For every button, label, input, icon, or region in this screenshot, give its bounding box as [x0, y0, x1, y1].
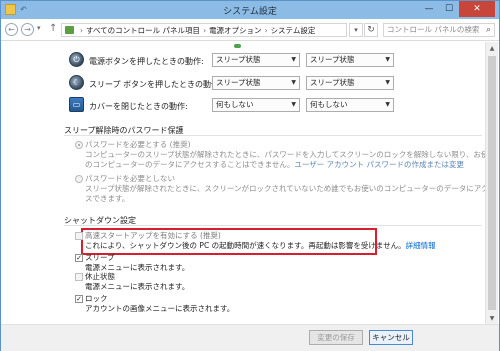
fast-startup-label: 高速スタートアップを有効にする (推奨) [85, 231, 221, 240]
more-info-link[interactable]: 詳細情報 [406, 241, 436, 250]
lid-close-label: カバーを閉じたときの動作: [89, 101, 188, 111]
power-button-plugged-select[interactable]: スリープ状態 ▼ [306, 53, 394, 67]
select-value: スリープ状態 [310, 78, 355, 87]
chevron-down-icon: ▼ [385, 56, 390, 63]
sleep-option[interactable]: ✓ スリープ 電源メニューに表示されます。 [75, 253, 405, 273]
system-settings-window: ↶ システム設定 — ☐ ✕ ← → ▾ ↑ › すべてのコントロール パネル項… [0, 0, 500, 351]
fast-startup-checkbox[interactable] [75, 232, 83, 240]
sleep-button-plugged-select[interactable]: スリープ状態 ▼ [306, 76, 394, 90]
settings-content: ⏻ 電源ボタンを押したときの動作: スリープ状態 ▼ スリープ状態 ▼ ☾ スリープ… [1, 42, 485, 324]
refresh-icon[interactable]: ↻ [364, 23, 378, 37]
section-divider [64, 135, 482, 136]
breadcrumb-item-system-settings[interactable]: システム設定 [271, 25, 316, 36]
create-password-link[interactable]: ユーザー アカウント パスワードの作成または変更 [294, 160, 464, 169]
address-bar: ← → ▾ ↑ › すべてのコントロール パネル項目 › 電源オプション › シ… [1, 19, 499, 41]
require-password-label: パスワードを必要とする (推奨) [85, 140, 191, 149]
chevron-down-icon: ▼ [291, 79, 296, 86]
breadcrumb-separator: › [264, 25, 268, 35]
close-icon[interactable]: ✕ [459, 1, 495, 17]
title-bar: ↶ システム設定 — ☐ ✕ [1, 1, 499, 19]
scroll-thumb[interactable] [488, 56, 496, 310]
section-divider [64, 225, 482, 226]
power-button-label: 電源ボタンを押したときの動作: [89, 56, 204, 66]
no-password-desc: スリープ状態が解除されたときに、スクリーンがロックされていないため誰でもお使いの… [85, 184, 485, 193]
forward-arrow-icon[interactable]: → [21, 23, 34, 36]
search-icon[interactable]: ⌕ [486, 24, 491, 36]
power-button-battery-select[interactable]: スリープ状態 ▼ [212, 53, 300, 67]
sleep-label: スリープ [85, 253, 115, 262]
power-button-icon: ⏻ [69, 52, 84, 67]
footer-bar: 変更の保存 キャンセル [1, 324, 499, 351]
back-arrow-icon[interactable]: ← [5, 23, 18, 36]
sleep-button-icon: ☾ [69, 75, 84, 90]
chevron-down-icon: ▼ [291, 101, 296, 108]
fast-startup-desc: これにより、シャットダウン後の PC の起動時間が速くなります。再起動は影響を受… [85, 241, 406, 250]
up-arrow-icon[interactable]: ↑ [49, 23, 57, 34]
lid-close-plugged-select[interactable]: 何もしない ▼ [306, 98, 394, 112]
sleep-checkbox[interactable]: ✓ [75, 254, 83, 262]
minimize-icon[interactable]: — [419, 1, 439, 17]
fast-startup-desc-line: これにより、シャットダウン後の PC の起動時間が速くなります。再起動は影響を受… [85, 241, 436, 251]
address-dropdown-icon[interactable]: ▾ [349, 23, 363, 37]
select-value: 何もしない [216, 100, 254, 109]
sleep-button-label: スリープ ボタンを押したときの動作: [89, 79, 222, 89]
breadcrumb-item-power-options[interactable]: 電源オプション [209, 25, 262, 36]
breadcrumb[interactable]: › すべてのコントロール パネル項目 › 電源オプション › システム設定 [61, 23, 347, 37]
require-password-desc-line: のコンピューターのデータにアクセスすることはできません。ユーザー アカウント パ… [85, 160, 464, 170]
maximize-icon[interactable]: ☐ [439, 1, 459, 17]
lock-label: ロック [85, 294, 108, 303]
scroll-down-icon[interactable]: ▼ [486, 312, 498, 324]
hibernate-option[interactable]: 休止状態 電源メニューに表示されます。 [75, 272, 405, 292]
chevron-down-icon: ▼ [291, 56, 296, 63]
require-password-radio[interactable] [75, 141, 83, 149]
no-password-radio[interactable] [75, 175, 83, 183]
scroll-up-icon[interactable]: ▲ [486, 42, 498, 54]
battery-status-icon [234, 44, 241, 48]
lock-option[interactable]: ✓ ロック アカウントの画像メニューに表示されます。 [75, 294, 405, 314]
hibernate-checkbox[interactable] [75, 273, 83, 281]
require-password-desc: コンピューターのスリープ状態が解除されたときに、パスワードを入力してスクリーンの… [85, 150, 485, 159]
require-password-option[interactable]: パスワードを必要とする (推奨) コンピューターのスリープ状態が解除されたときに… [75, 140, 485, 170]
fast-startup-option[interactable]: 高速スタートアップを有効にする (推奨) これにより、シャットダウン後の PC … [75, 231, 436, 251]
search-placeholder: コントロール パネルの検索 [387, 25, 480, 34]
vertical-scrollbar[interactable]: ▲ ▼ [485, 42, 498, 324]
laptop-lid-icon: ▭ [69, 97, 84, 112]
lid-close-battery-select[interactable]: 何もしない ▼ [212, 98, 300, 112]
chevron-down-icon: ▼ [385, 101, 390, 108]
breadcrumb-separator: › [203, 25, 207, 35]
require-password-desc-2: のコンピューターのデータにアクセスすることはできません。 [85, 160, 295, 169]
no-password-option[interactable]: パスワードを必要としない スリープ状態が解除されたときに、スクリーンがロックされ… [75, 174, 485, 204]
sleep-button-row: ☾ スリープ ボタンを押したときの動作: スリープ状態 ▼ スリープ状態 ▼ [69, 75, 394, 92]
breadcrumb-item-all-control-panel[interactable]: すべてのコントロール パネル項目 [86, 25, 200, 36]
select-value: スリープ状態 [216, 78, 261, 87]
control-panel-icon [65, 26, 74, 34]
select-value: スリープ状態 [310, 55, 355, 64]
select-value: 何もしない [310, 100, 348, 109]
hibernate-desc: 電源メニューに表示されます。 [85, 282, 190, 291]
no-password-label: パスワードを必要としない [85, 174, 175, 183]
sleep-button-battery-select[interactable]: スリープ状態 ▼ [212, 76, 300, 90]
lock-desc: アカウントの画像メニューに表示されます。 [85, 304, 235, 313]
cancel-button[interactable]: キャンセル [369, 330, 413, 345]
lock-checkbox[interactable]: ✓ [75, 295, 83, 303]
window-controls: — ☐ ✕ [419, 1, 495, 17]
save-changes-button[interactable]: 変更の保存 [309, 330, 363, 345]
no-password-desc-2: スできます。 [85, 194, 130, 203]
select-value: スリープ状態 [216, 55, 261, 64]
lid-close-row: ▭ カバーを閉じたときの動作: 何もしない ▼ 何もしない ▼ [69, 97, 394, 114]
power-button-row: ⏻ 電源ボタンを押したときの動作: スリープ状態 ▼ スリープ状態 ▼ [69, 52, 394, 69]
recent-locations-chevron-icon[interactable]: ▾ [37, 24, 41, 32]
search-input[interactable]: コントロール パネルの検索 ⌕ [383, 23, 495, 37]
hibernate-label: 休止状態 [85, 272, 115, 281]
chevron-down-icon: ▼ [385, 79, 390, 86]
breadcrumb-separator: › [80, 25, 83, 35]
